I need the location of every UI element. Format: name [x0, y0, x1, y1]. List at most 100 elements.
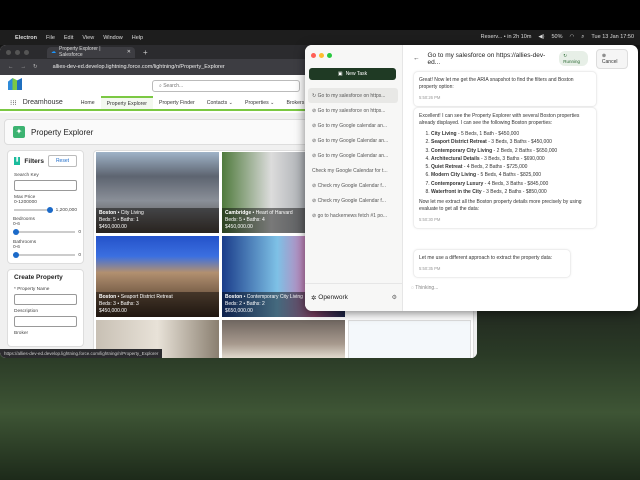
- property-list-item: Waterfront in the City - 3 Beds, 2 Baths…: [431, 188, 591, 196]
- dreamhouse-logo: [8, 78, 22, 90]
- search-key-input[interactable]: [14, 180, 77, 191]
- url-bar[interactable]: allies-dev-ed.develop.lightning.force.co…: [53, 64, 225, 70]
- back-arrow-icon[interactable]: ←: [413, 55, 420, 62]
- menu-app[interactable]: Electron: [15, 35, 37, 41]
- assistant-message: Excellent! I can see the Property Explor…: [413, 107, 597, 230]
- close-window-button[interactable]: [311, 53, 316, 58]
- minimize-window-button[interactable]: [319, 53, 324, 58]
- history-item[interactable]: ⊘ Go to my Google calendar an...: [308, 118, 398, 133]
- message-time: 5:50:30 PM: [419, 217, 441, 223]
- browser-tab[interactable]: ☁ Property Explorer | Salesforce ✕: [47, 46, 135, 58]
- message-text: Let me use a different approach to extra…: [419, 255, 553, 261]
- minimize-window-button[interactable]: [15, 49, 20, 55]
- menu-view[interactable]: View: [82, 35, 94, 41]
- property-list-item: Seaport District Retreat - 3 Beds, 3 Bat…: [431, 138, 591, 146]
- wifi-icon[interactable]: ◠: [569, 34, 574, 41]
- app-launcher-icon[interactable]: ⁝⁝⁝: [10, 99, 17, 107]
- property-tile[interactable]: [222, 320, 345, 358]
- message-text: Now let me extract all the Boston proper…: [419, 199, 582, 213]
- menu-edit[interactable]: Edit: [64, 35, 73, 41]
- reminder-status[interactable]: Reserv... • in 2h 10m: [481, 34, 532, 41]
- search-placeholder: Search...: [163, 83, 184, 89]
- max-price-value: 1,200,000: [55, 207, 77, 213]
- bedrooms-slider[interactable]: [13, 228, 76, 235]
- openwork-window: ▣ New Task ↻ Go to my salesforce on https…: [305, 45, 638, 311]
- task-history: ↻ Go to my salesforce on https... ⊘ Go t…: [308, 88, 398, 223]
- nav-contacts[interactable]: Contacts ⌄: [201, 96, 239, 109]
- reset-button[interactable]: Reset: [47, 155, 77, 167]
- property-list-item: Contemporary Luxury - 4 Beds, 3 Baths - …: [431, 180, 591, 188]
- cancel-button[interactable]: ⊗ Cancel: [595, 48, 628, 69]
- global-search-input[interactable]: ⌕ Search...: [152, 80, 300, 92]
- property-tile[interactable]: Boston • City Living Beds: 5 • Baths: 1 $4…: [96, 152, 219, 233]
- bathrooms-value: 0: [78, 252, 81, 258]
- property-list-item: City Living - 5 Beds, 1 Bath - $450,000: [431, 130, 591, 138]
- filter-icon: ⫼: [14, 157, 21, 165]
- spinner-icon: ◌: [411, 285, 414, 291]
- close-window-button[interactable]: [6, 49, 11, 55]
- openwork-logo-icon: ✲: [311, 294, 317, 302]
- task-title: Go to my salesforce on https://allies-de…: [427, 51, 546, 66]
- reload-icon[interactable]: ↻: [33, 64, 38, 70]
- battery-status[interactable]: 50%: [551, 34, 562, 41]
- property-tile[interactable]: Boston • Seaport District Retreat Beds: 3…: [96, 236, 219, 317]
- nav-properties[interactable]: Properties ⌄: [239, 96, 280, 109]
- property-tile[interactable]: [348, 320, 471, 358]
- filters-title: Filters: [24, 157, 44, 165]
- history-item[interactable]: Check my Google Calendar for t...: [308, 163, 398, 178]
- page-title: Property Explorer: [31, 127, 94, 137]
- maximize-window-button[interactable]: [327, 53, 332, 58]
- maximize-window-button[interactable]: [24, 49, 29, 55]
- assistant-message: Let me use a different approach to extra…: [413, 249, 571, 278]
- max-price-slider[interactable]: [14, 206, 53, 213]
- property-list-item: Quiet Retreat - 4 Beds, 2 Baths - $725,0…: [431, 163, 591, 171]
- search-key-label: Search Key: [14, 173, 39, 178]
- description-label: Description: [14, 309, 38, 314]
- close-tab-icon[interactable]: ✕: [127, 49, 131, 55]
- description-input[interactable]: [14, 316, 77, 327]
- property-list-item: Modern City Living - 5 Beds, 4 Baths - $…: [431, 171, 591, 179]
- link-status-bar: https://allies-dev-ed.develop.lightning.…: [0, 349, 163, 358]
- task-sidebar: ▣ New Task ↻ Go to my salesforce on https…: [305, 45, 403, 311]
- menu-window[interactable]: Window: [103, 35, 123, 41]
- menu-bar: Electron File Edit View Window Help Rese…: [0, 30, 640, 45]
- history-item[interactable]: ⊘ Go to my salesforce on https...: [308, 103, 398, 118]
- brand-name: Openwork: [318, 294, 348, 301]
- history-item[interactable]: ⊘ Check my Google Calendar f...: [308, 178, 398, 193]
- history-item[interactable]: ⊘ Go to my Google Calendar an...: [308, 133, 398, 148]
- create-property-title: Create Property: [14, 274, 63, 281]
- history-item[interactable]: ⊘ Check my Google Calendar f...: [308, 193, 398, 208]
- back-icon[interactable]: ←: [8, 64, 14, 70]
- menu-file[interactable]: File: [46, 35, 55, 41]
- chat-panel: ← Go to my salesforce on https://allies-…: [403, 45, 638, 311]
- new-task-button[interactable]: ▣ New Task: [309, 68, 396, 80]
- create-property-card: Create Property * Property Name Descript…: [7, 269, 84, 347]
- forward-icon[interactable]: →: [21, 64, 27, 70]
- history-item[interactable]: ⊘ Go to my Google Calendar an...: [308, 148, 398, 163]
- nav-home[interactable]: Home: [75, 96, 101, 109]
- property-name-input[interactable]: [14, 294, 77, 305]
- bedrooms-value: 0: [78, 229, 81, 235]
- history-item[interactable]: ↻ Go to my salesforce on https...: [308, 88, 398, 103]
- message-text: Excellent! I can see the Property Explor…: [419, 113, 580, 126]
- telescope-icon: ✦: [13, 126, 25, 138]
- menu-help[interactable]: Help: [132, 35, 143, 41]
- nav-property-finder[interactable]: Property Finder: [153, 96, 201, 109]
- broker-label: Broker: [14, 331, 29, 336]
- chat-icon: ▣: [337, 71, 343, 77]
- bathrooms-slider[interactable]: [13, 251, 76, 258]
- property-name-label: * Property Name: [14, 287, 50, 292]
- volume-icon[interactable]: ◀): [538, 34, 544, 41]
- thinking-indicator: ◌ Thinking...: [411, 285, 439, 291]
- running-badge: ↻ Running: [559, 51, 588, 66]
- nav-property-explorer[interactable]: Property Explorer: [100, 96, 153, 109]
- new-tab-button[interactable]: +: [143, 48, 148, 57]
- settings-gear-icon[interactable]: ⚙: [392, 294, 397, 301]
- tab-title: Property Explorer | Salesforce: [59, 46, 101, 58]
- assistant-message: Great! Now let me get the ARIA snapshot …: [413, 71, 597, 107]
- property-list-item: Architectural Details - 3 Beds, 3 Baths …: [431, 155, 591, 163]
- message-time: 5:50:26 PM: [419, 95, 441, 100]
- history-item[interactable]: ⊘ go to hackernews fetch #1 po...: [308, 208, 398, 223]
- spotlight-icon[interactable]: ⌕: [581, 34, 584, 41]
- clock[interactable]: Tue 13 Jan 17:50: [591, 34, 634, 41]
